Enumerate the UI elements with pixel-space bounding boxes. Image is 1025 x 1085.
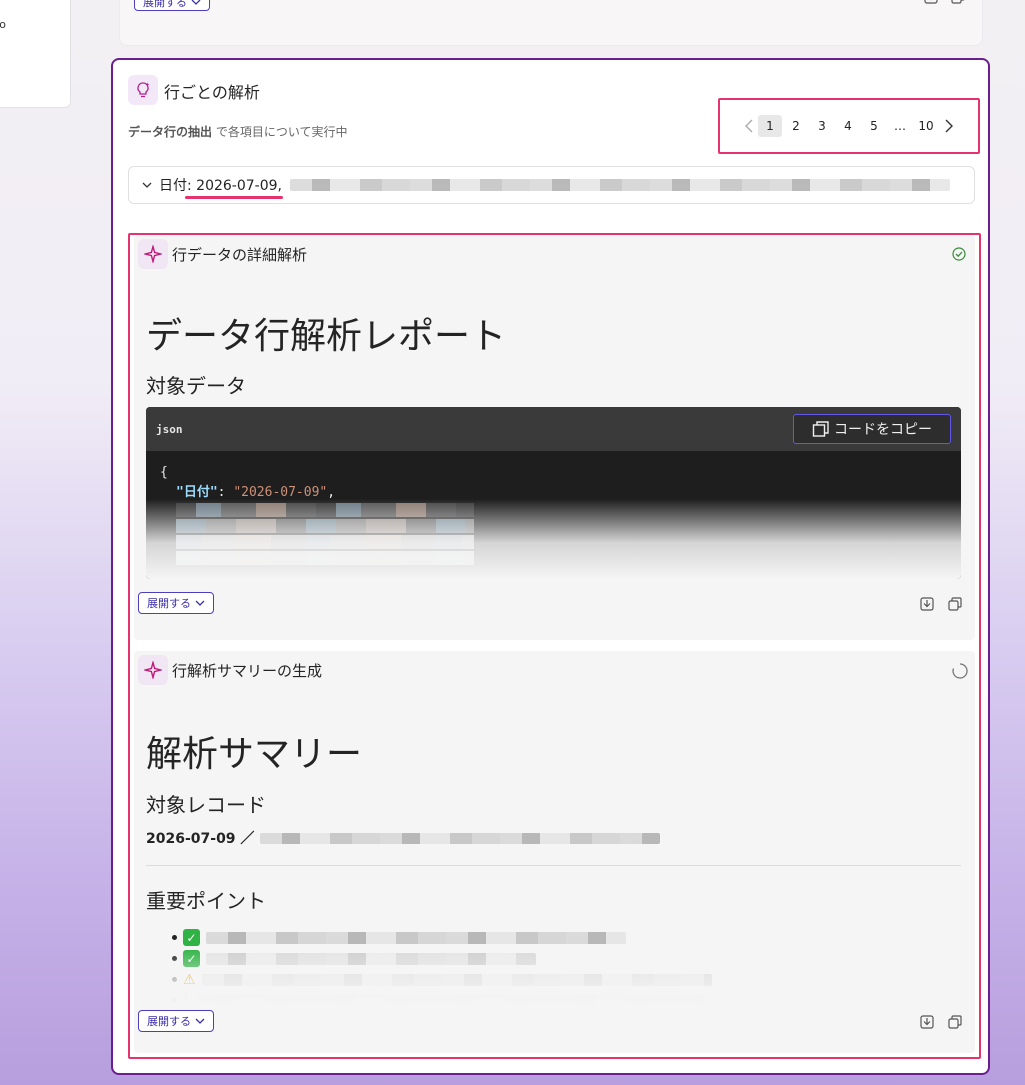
expand-label: 展開する	[143, 0, 187, 9]
expand-button[interactable]: 展開する	[138, 592, 214, 614]
redacted-record	[260, 832, 661, 844]
content-fade	[134, 947, 975, 1007]
chevron-down-icon	[191, 0, 201, 5]
subtitle-step-name: データ行の抽出	[128, 125, 213, 139]
page-button[interactable]: 4	[836, 115, 860, 137]
step-title: 行解析サマリーの生成	[172, 662, 323, 680]
section-heading: 対象データ	[146, 374, 246, 398]
redacted-row-values	[289, 179, 950, 191]
expand-label: 展開する	[147, 1016, 191, 1028]
chevron-down-icon	[195, 1018, 205, 1024]
sparkle-icon	[138, 655, 168, 685]
spinner-icon	[951, 662, 968, 679]
code-fade	[146, 499, 961, 579]
section-heading: 重要ポイント	[146, 889, 266, 913]
copy-icon[interactable]	[947, 1014, 965, 1032]
check-icon: ✓	[183, 929, 200, 946]
row-selector-label: 日付: 2026-07-09,	[159, 178, 282, 194]
list-item: ✓	[172, 927, 732, 948]
step-title: 行データの詳細解析	[172, 246, 308, 264]
record-line: 2026-07-09 ／	[146, 828, 661, 848]
code-key: "日付"	[176, 485, 218, 500]
sparkle-icon	[138, 239, 168, 269]
copy-code-label: コードをコピー	[834, 421, 932, 437]
steps-highlight: 行データの詳細解析 データ行解析レポート 対象データ json コードをコピー …	[128, 233, 981, 1059]
expand-button[interactable]: 展開する	[134, 0, 210, 11]
copy-icon	[812, 421, 829, 437]
code-block: json コードをコピー { "日付": "2026-07-09",	[146, 407, 961, 579]
code-value: "2026-07-09"	[233, 485, 328, 500]
code-header: json コードをコピー	[146, 407, 961, 451]
page-button[interactable]: 1	[758, 115, 782, 137]
copy-code-button[interactable]: コードをコピー	[793, 414, 951, 444]
copy-icon[interactable]	[950, 0, 968, 7]
record-text: 2026-07-09 ／	[146, 831, 255, 847]
code-language: json	[156, 422, 183, 436]
download-icon[interactable]	[919, 1014, 937, 1032]
download-icon[interactable]	[919, 596, 937, 614]
chevron-left-icon[interactable]	[740, 115, 758, 137]
left-panel-text: ro	[0, 18, 6, 31]
chevron-down-icon	[195, 600, 205, 606]
step-row-detail: 行データの詳細解析 データ行解析レポート 対象データ json コードをコピー …	[134, 235, 975, 640]
page-button[interactable]: 5	[862, 115, 886, 137]
page-button[interactable]: 3	[810, 115, 834, 137]
copy-icon[interactable]	[947, 596, 965, 614]
expand-label: 展開する	[147, 598, 191, 610]
pagination: 1 2 3 4 5 … 10	[718, 98, 980, 154]
bulb-icon	[128, 75, 158, 105]
chevron-right-icon[interactable]	[940, 115, 958, 137]
card-subtitle: データ行の抽出 で各項目について実行中	[128, 123, 347, 140]
summary-heading: 解析サマリー	[146, 734, 363, 775]
chevron-down-icon	[141, 179, 153, 191]
left-panel: ro	[0, 0, 71, 108]
code-line: {	[160, 465, 168, 480]
date-highlight-underline	[185, 196, 283, 199]
card-title: 行ごとの解析	[164, 83, 260, 102]
check-circle-icon	[951, 246, 967, 262]
expand-button[interactable]: 展開する	[138, 1010, 214, 1032]
row-analysis-card: 行ごとの解析 データ行の抽出 で各項目について実行中 1 2 3 4 5 … 10 日付: …	[111, 58, 990, 1075]
code-sep: :	[217, 485, 234, 500]
code-comma: ,	[327, 485, 336, 500]
page-ellipsis: …	[894, 119, 906, 133]
page-button[interactable]: 2	[784, 115, 808, 137]
report-heading: データ行解析レポート	[146, 316, 507, 357]
section-heading: 対象レコード	[146, 793, 266, 817]
step-summary: 行解析サマリーの生成 解析サマリー 対象レコード 2026-07-09 ／ 重要…	[134, 651, 975, 1053]
previous-step-card: 展開する	[119, 0, 983, 46]
page-button[interactable]: 10	[914, 115, 938, 137]
subtitle-text: で各項目について実行中	[212, 125, 348, 139]
divider	[146, 865, 961, 866]
download-icon[interactable]	[923, 0, 941, 7]
redacted-text	[206, 931, 626, 944]
